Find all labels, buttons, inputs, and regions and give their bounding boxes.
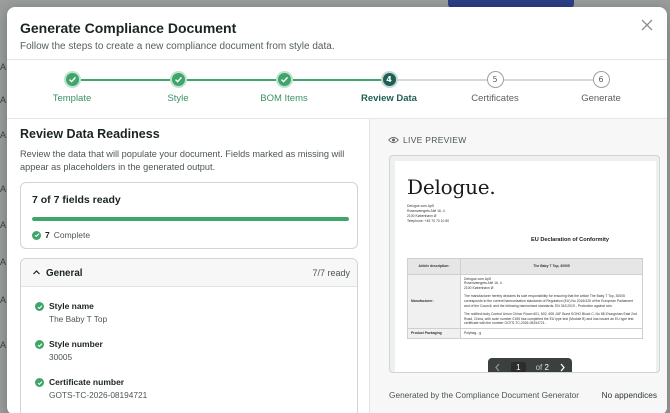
readiness-progress-bar [32, 217, 349, 221]
background-text: A [0, 130, 7, 140]
table-cell: Article description: [407, 258, 461, 275]
background-text: A [0, 220, 7, 230]
check-icon [63, 71, 81, 88]
table-cell: Polybag - g [460, 327, 643, 339]
readiness-title: 7 of 7 fields ready [32, 194, 121, 206]
step-label: Style [167, 93, 189, 104]
company-logo: Delogue. [407, 175, 496, 199]
document-heading: EU Declaration of Conformity [531, 237, 610, 243]
manufacturer-line: 2100 København Ø [464, 285, 494, 290]
general-ready-count: 7/7 ready [312, 268, 350, 278]
address-line: Telephone: +45 70 70 10 80 [407, 219, 450, 223]
modal-subtitle: Follow the steps to create a new complia… [20, 41, 335, 52]
step-label: Template [52, 93, 92, 104]
general-title: General [46, 268, 83, 279]
field-value: The Baby T Top [49, 314, 108, 324]
complete-label: Complete [53, 230, 91, 240]
close-icon [641, 19, 653, 31]
check-icon [35, 340, 44, 349]
background-text: A [0, 340, 7, 350]
next-page-button[interactable] [559, 363, 566, 372]
document-page: Delogue. Delogue.com ApS Rosenvængets Al… [395, 161, 656, 372]
step-number: 5 [486, 71, 504, 88]
table-cell: Product Packaging [407, 327, 461, 339]
preview-pager: 1 of 2 [488, 358, 572, 372]
general-section-toggle[interactable]: General 7/7 ready [21, 259, 357, 287]
eye-icon [388, 136, 399, 144]
document-preview-frame[interactable]: Delogue. Delogue.com ApS Rosenvængets Al… [389, 155, 660, 373]
step-bom-items[interactable]: BOM Items [234, 71, 334, 104]
complete-status: 7 Complete [32, 230, 90, 240]
field-name: Certificate number [49, 377, 125, 387]
step-label: BOM Items [260, 93, 308, 104]
field-value: 30005 [49, 352, 73, 362]
modal-title: Generate Compliance Document [20, 20, 237, 36]
review-description: Review the data that will populate your … [20, 149, 345, 172]
document-table: Article description: The Baby T Top, 300… [407, 258, 643, 339]
table-row: Product Packaging Polybag - g [407, 327, 643, 339]
prev-page-button[interactable] [494, 363, 501, 372]
compliance-document-modal: Generate Compliance Document Follow the … [7, 7, 667, 413]
table-row: Article description: The Baby T Top, 300… [407, 258, 643, 275]
field-value: GOTS-TC-2026-08194721 [49, 390, 148, 400]
table-cell: The Baby T Top, 30005 [460, 258, 643, 275]
generated-by-text: Generated by the Compliance Document Gen… [389, 390, 580, 400]
modal-header: Generate Compliance Document Follow the … [7, 7, 667, 59]
review-panel: Review Data Readiness Review the data th… [20, 119, 366, 413]
check-icon [35, 302, 44, 311]
background-text: A [0, 295, 7, 305]
page-total: of 2 [536, 363, 549, 372]
background-text: A [0, 184, 7, 194]
step-style[interactable]: Style [128, 71, 228, 104]
step-certificates[interactable]: 5 Certificates [445, 71, 545, 104]
general-section: General 7/7 ready Style name The Baby T … [20, 258, 358, 413]
table-cell: Delogue.com ApS Rosenvængets Allé 16, 4.… [460, 273, 643, 329]
background-text: A [0, 95, 7, 105]
step-label: Generate [581, 93, 621, 104]
complete-count: 7 [45, 230, 50, 240]
check-icon [275, 71, 293, 88]
background-text: A [0, 62, 7, 72]
step-template[interactable]: Template [22, 71, 122, 104]
chevron-right-icon [560, 363, 565, 372]
step-review-data[interactable]: 4 Review Data [339, 71, 439, 104]
step-generate[interactable]: 6 Generate [551, 71, 651, 104]
check-icon [169, 71, 187, 88]
page-of: of [535, 363, 543, 372]
table-row: Manufacturer: Delogue.com ApS Rosenvænge… [407, 273, 643, 329]
step-label: Certificates [471, 93, 519, 104]
live-preview-label: LIVE PREVIEW [403, 135, 467, 145]
current-page: 1 [511, 362, 526, 372]
chevron-left-icon [495, 363, 500, 372]
review-title: Review Data Readiness [20, 127, 160, 141]
preview-panel: LIVE PREVIEW Delogue. Delogue.com ApS Ro… [370, 119, 667, 413]
check-icon [32, 230, 41, 240]
readiness-progress-fill [32, 217, 349, 221]
step-number: 4 [380, 71, 398, 88]
notified-body-text: The notified body Control Union China: R… [464, 312, 637, 326]
step-number: 6 [592, 71, 610, 88]
check-icon [35, 378, 44, 387]
readiness-summary: 7 of 7 fields ready 7 Complete [20, 182, 358, 249]
live-preview-heading: LIVE PREVIEW [388, 135, 467, 145]
table-cell: Manufacturer: [407, 273, 461, 329]
appendices-status: No appendices [601, 390, 657, 400]
wizard-stepper: Template Style BOM Items 4 Review Data 5… [7, 59, 667, 119]
company-address: Delogue.com ApS Rosenvængets Allé 16, 4.… [407, 204, 449, 224]
field-name: Style number [49, 339, 103, 349]
total-pages: 2 [544, 363, 549, 372]
step-label: Review Data [361, 93, 417, 104]
field-name: Style name [49, 301, 94, 311]
chevron-up-icon [33, 270, 40, 275]
close-button[interactable] [640, 18, 654, 32]
background-text: A [0, 257, 7, 267]
manufacturer-declaration: The manufacturer hereby declares its sol… [464, 294, 634, 308]
